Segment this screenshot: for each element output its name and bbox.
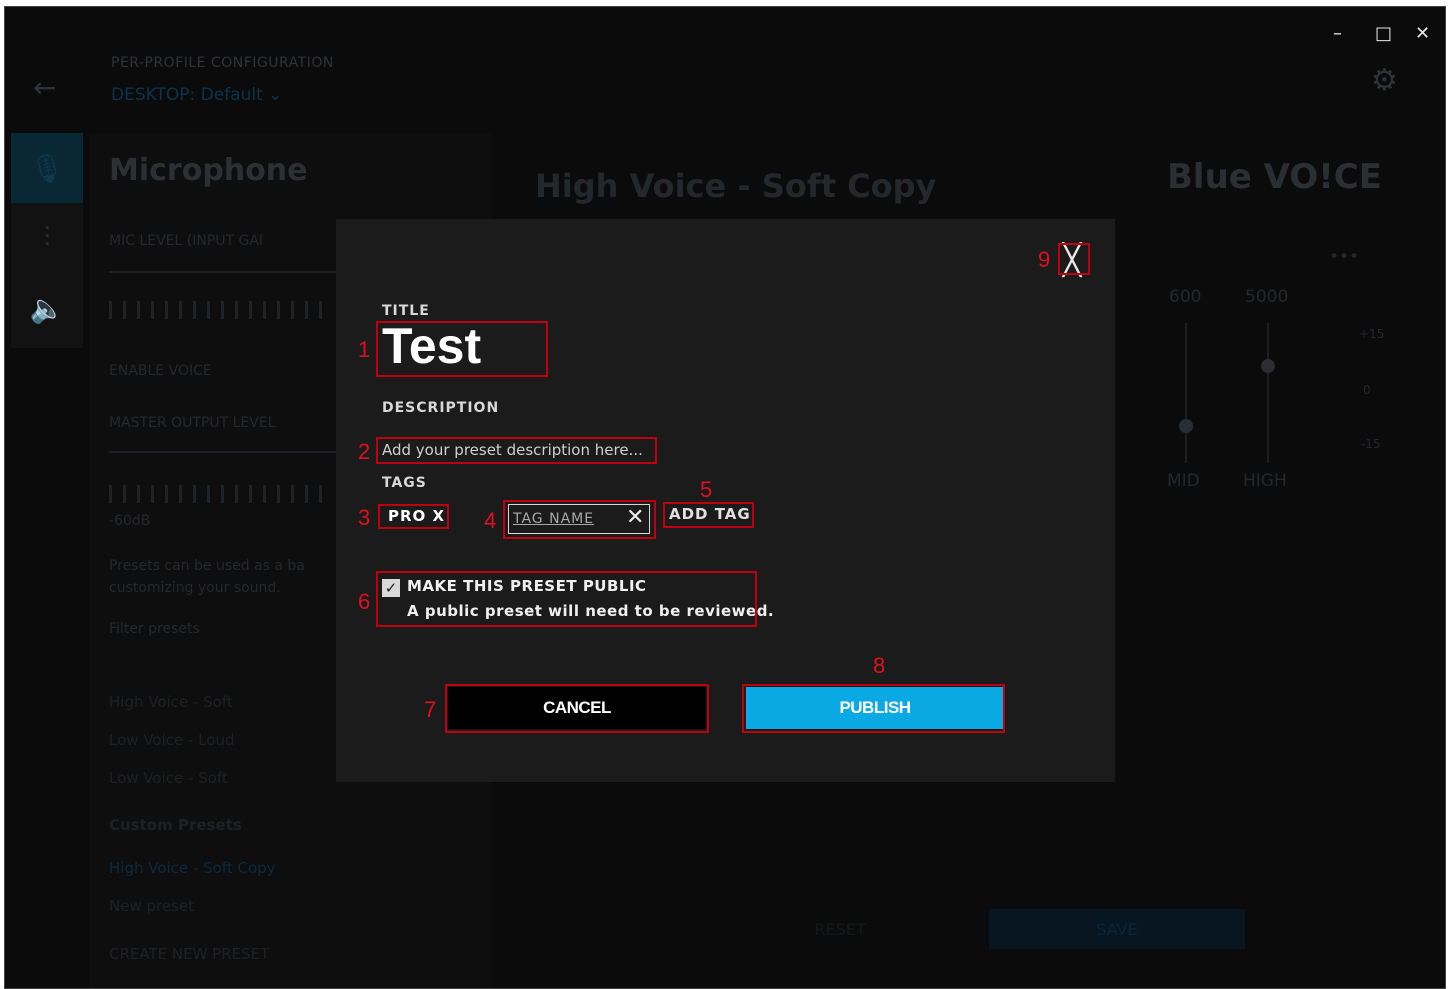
annotation-box-7 bbox=[445, 684, 709, 733]
annotation-box-1 bbox=[376, 321, 548, 377]
preset-title: High Voice - Soft Copy bbox=[535, 167, 937, 205]
eq-scale-label: -15 bbox=[1361, 437, 1381, 451]
eq-scale-label: 0 bbox=[1363, 383, 1371, 397]
filter-presets-input[interactable]: Filter presets bbox=[109, 621, 200, 637]
close-window-button[interactable]: ✕ bbox=[1415, 23, 1430, 44]
annotation-box-5 bbox=[663, 502, 754, 528]
annotation-number-4: 4 bbox=[484, 508, 497, 533]
annotation-number-5: 5 bbox=[700, 477, 713, 502]
config-label: PER-PROFILE CONFIGURATION bbox=[111, 55, 334, 71]
mic-level-slider[interactable] bbox=[109, 271, 339, 273]
custom-preset-item[interactable]: High Voice - Soft Copy bbox=[109, 859, 276, 877]
annotation-number-6: 6 bbox=[358, 589, 371, 614]
speaker-icon[interactable]: 🔈 bbox=[11, 273, 83, 343]
description-label: DESCRIPTION bbox=[382, 400, 500, 416]
eq-freq-label: 5000 bbox=[1245, 287, 1289, 307]
annotation-number-1: 1 bbox=[358, 337, 371, 362]
enable-voice-label[interactable]: ENABLE VOICE bbox=[109, 363, 212, 379]
mic-icon[interactable]: 🎙 bbox=[11, 133, 83, 203]
reset-button[interactable]: RESET bbox=[765, 909, 915, 949]
eq-band-label: MID bbox=[1167, 471, 1200, 491]
mic-level-label: MIC LEVEL (INPUT GAI bbox=[109, 233, 264, 249]
annotation-box-6 bbox=[376, 571, 757, 627]
preset-item[interactable]: Low Voice - Soft bbox=[109, 769, 228, 787]
master-output-label: MASTER OUTPUT LEVEL bbox=[109, 415, 276, 431]
profile-name: DESKTOP: Default bbox=[111, 85, 263, 105]
minimize-button[interactable]: – bbox=[1333, 23, 1342, 44]
eq-high-knob[interactable] bbox=[1261, 359, 1275, 373]
eq-band-label: HIGH bbox=[1243, 471, 1287, 491]
eq-mid-track[interactable] bbox=[1185, 323, 1187, 463]
maximize-button[interactable]: □ bbox=[1375, 23, 1392, 44]
side-rail: 🎙 ⫶ 🔈 bbox=[11, 133, 83, 348]
annotation-number-9: 9 bbox=[1038, 247, 1051, 272]
annotation-box-9 bbox=[1058, 243, 1090, 275]
publish-preset-dialog: ╳ 9 TITLE Test 1 DESCRIPTION Add your pr… bbox=[336, 219, 1115, 782]
custom-preset-item[interactable]: New preset bbox=[109, 897, 194, 915]
annotation-box-2 bbox=[376, 437, 657, 464]
annotation-number-8: 8 bbox=[873, 653, 886, 678]
master-output-slider[interactable] bbox=[109, 451, 339, 453]
db-value: -60dB bbox=[109, 513, 151, 529]
more-options-icon[interactable]: ••• bbox=[1329, 247, 1359, 267]
back-arrow-icon[interactable]: ← bbox=[33, 71, 56, 104]
annotation-number-7: 7 bbox=[424, 697, 437, 722]
annotation-number-3: 3 bbox=[358, 505, 371, 530]
annotation-box-8 bbox=[742, 684, 1005, 733]
gear-icon[interactable]: ⚙ bbox=[1371, 63, 1398, 98]
eq-scale-label: +15 bbox=[1359, 327, 1385, 341]
create-new-preset-button[interactable]: CREATE NEW PRESET bbox=[109, 945, 269, 963]
blue-voice-logo: Blue VO!CE bbox=[1167, 157, 1382, 197]
presets-help: Presets can be used as a ba bbox=[109, 558, 305, 574]
eq-high-track[interactable] bbox=[1267, 323, 1269, 463]
panel-title: Microphone bbox=[109, 153, 308, 188]
annotation-box-4 bbox=[503, 500, 656, 539]
mic-level-meter bbox=[109, 301, 329, 319]
eq-mid-knob[interactable] bbox=[1179, 419, 1193, 433]
presets-help-line2: customizing your sound. bbox=[109, 580, 281, 596]
equalizer-icon[interactable]: ⫶ bbox=[11, 203, 83, 273]
preset-item[interactable]: Low Voice - Loud bbox=[109, 731, 234, 749]
preset-item[interactable]: High Voice - Soft bbox=[109, 693, 233, 711]
save-button[interactable]: SAVE bbox=[989, 909, 1245, 949]
annotation-number-2: 2 bbox=[358, 439, 371, 464]
eq-freq-label: 600 bbox=[1169, 287, 1202, 307]
output-meter bbox=[109, 485, 329, 503]
custom-presets-header[interactable]: Custom Presets bbox=[109, 816, 242, 834]
chevron-down-icon: ⌄ bbox=[268, 85, 283, 105]
tags-label: TAGS bbox=[382, 475, 427, 491]
annotation-box-3 bbox=[378, 504, 449, 529]
profile-selector[interactable]: DESKTOP: Default ⌄ bbox=[111, 85, 282, 105]
